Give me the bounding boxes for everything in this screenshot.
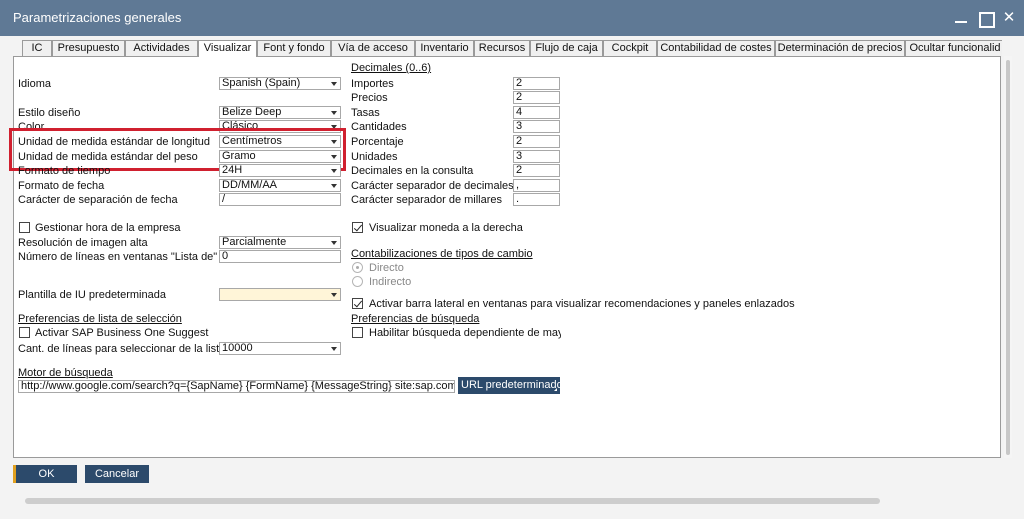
consulta-field[interactable]: 2 (513, 164, 560, 177)
ok-button[interactable]: OK (13, 465, 77, 483)
chevron-down-icon (331, 293, 337, 297)
tab-actividades[interactable]: Actividades (125, 40, 198, 57)
unidades-label: Unidades (351, 151, 398, 163)
tab-via-de-acceso[interactable]: Vía de acceso (331, 40, 415, 57)
plantilla-select[interactable] (219, 288, 341, 301)
idioma-label: Idioma (18, 78, 52, 90)
cantidades-field[interactable]: 3 (513, 120, 560, 133)
tasas-field[interactable]: 4 (513, 106, 560, 119)
decimales-heading: Decimales (0..6) (351, 62, 432, 74)
tab-inventario[interactable]: Inventario (415, 40, 474, 57)
chevron-down-icon (331, 169, 337, 173)
importes-label: Importes (351, 78, 394, 90)
tab-bar: IC Presupuesto Actividades Visualizar Fo… (22, 40, 1002, 57)
sep-millares-field[interactable]: . (513, 193, 560, 206)
chevron-down-icon (331, 347, 337, 351)
tab-ocultar-funcionalidades[interactable]: Ocultar funcionalid (905, 40, 1002, 57)
cant-lineas-label: Cant. de líneas para seleccionar de la l… (18, 343, 226, 355)
directo-label: Directo (369, 262, 404, 274)
suggest-checkbox[interactable] (19, 327, 30, 338)
estilo-label: Estilo diseño (18, 107, 81, 119)
gestionar-hora-checkbox[interactable] (19, 222, 30, 233)
mayus-label: Habilitar búsqueda dependiente de mayús (369, 327, 561, 339)
motor-busqueda-field[interactable]: http://www.google.com/search?q={SapName}… (18, 380, 455, 393)
pref-lista-heading: Preferencias de lista de selección (18, 313, 182, 325)
consulta-label: Decimales en la consulta (351, 165, 474, 177)
vertical-scroll-thumb[interactable] (1006, 60, 1010, 455)
window-title: Parametrizaciones generales (13, 10, 182, 25)
resolucion-select[interactable]: Parcialmente (219, 236, 341, 249)
sep-millares-label: Carácter separador de millares (351, 194, 503, 206)
barra-lateral-label: Activar barra lateral en ventanas para v… (369, 298, 795, 310)
chevron-down-icon (331, 111, 337, 115)
tiempo-label: Formato de tiempo (18, 165, 111, 177)
fecha-label: Formato de fecha (18, 180, 105, 192)
tab-flujo-de-caja[interactable]: Flujo de caja (530, 40, 603, 57)
moneda-derecha-label: Visualizar moneda a la derecha (369, 222, 523, 234)
tab-cockpit[interactable]: Cockpit (603, 40, 657, 57)
close-icon[interactable]: ✕ (998, 7, 1020, 29)
pref-busqueda-heading: Preferencias de búsqueda (351, 313, 480, 325)
gestionar-hora-label: Gestionar hora de la empresa (35, 222, 181, 234)
chevron-down-icon (331, 184, 337, 188)
horizontal-scrollbar[interactable] (25, 498, 880, 504)
porcentaje-field[interactable]: 2 (513, 135, 560, 148)
maximize-icon[interactable] (974, 7, 996, 29)
unidades-field[interactable]: 3 (513, 150, 560, 163)
num-lineas-field[interactable]: 0 (219, 250, 341, 263)
precios-field[interactable]: 2 (513, 91, 560, 104)
sep-decimales-field[interactable]: , (513, 179, 560, 192)
sep-decimales-label: Carácter separador de decimales (351, 180, 514, 192)
tab-ic[interactable]: IC (22, 40, 52, 57)
chevron-down-icon (331, 241, 337, 245)
separacion-field[interactable]: / (219, 193, 341, 206)
barra-lateral-checkbox[interactable] (352, 298, 363, 309)
precios-label: Precios (351, 92, 388, 104)
indirecto-radio[interactable] (352, 276, 363, 287)
tab-font-y-fondo[interactable]: Font y fondo (257, 40, 331, 57)
porcentaje-label: Porcentaje (351, 136, 404, 148)
tab-recursos[interactable]: Recursos (474, 40, 530, 57)
estilo-select[interactable]: Belize Deep (219, 106, 341, 119)
suggest-label: Activar SAP Business One Suggest (35, 327, 209, 339)
separacion-label: Carácter de separación de fecha (18, 194, 178, 206)
minimize-icon[interactable] (950, 7, 972, 29)
idioma-select[interactable]: Spanish (Spain) (219, 77, 341, 90)
tab-determinacion-de-precios[interactable]: Determinación de precios (775, 40, 905, 57)
tiempo-select[interactable]: 24H (219, 164, 341, 177)
num-lineas-label: Número de líneas en ventanas "Lista de" (18, 251, 218, 263)
importes-field[interactable]: 2 (513, 77, 560, 90)
plantilla-label: Plantilla de IU predeterminada (18, 289, 166, 301)
cantidades-label: Cantidades (351, 121, 407, 133)
cant-lineas-select[interactable]: 10000 (219, 342, 341, 355)
fecha-select[interactable]: DD/MM/AA (219, 179, 341, 192)
resolucion-label: Resolución de imagen alta (18, 237, 148, 249)
moneda-derecha-checkbox[interactable] (352, 222, 363, 233)
indirecto-label: Indirecto (369, 276, 412, 288)
chevron-down-icon (331, 82, 337, 86)
mayus-checkbox[interactable] (352, 327, 363, 338)
contab-heading: Contabilizaciones de tipos de cambio (351, 248, 533, 260)
cancel-button[interactable]: Cancelar (85, 465, 149, 483)
url-predeterminado-button[interactable]: URL predeterminado (458, 377, 563, 394)
directo-radio[interactable] (352, 262, 363, 273)
tab-presupuesto[interactable]: Presupuesto (52, 40, 125, 57)
motor-heading: Motor de búsqueda (18, 367, 113, 379)
tab-visualizar[interactable]: Visualizar (198, 40, 257, 57)
tasas-label: Tasas (351, 107, 380, 119)
title-bar: Parametrizaciones generales ✕ (0, 0, 1024, 36)
tab-contabilidad-de-costes[interactable]: Contabilidad de costes (657, 40, 775, 57)
